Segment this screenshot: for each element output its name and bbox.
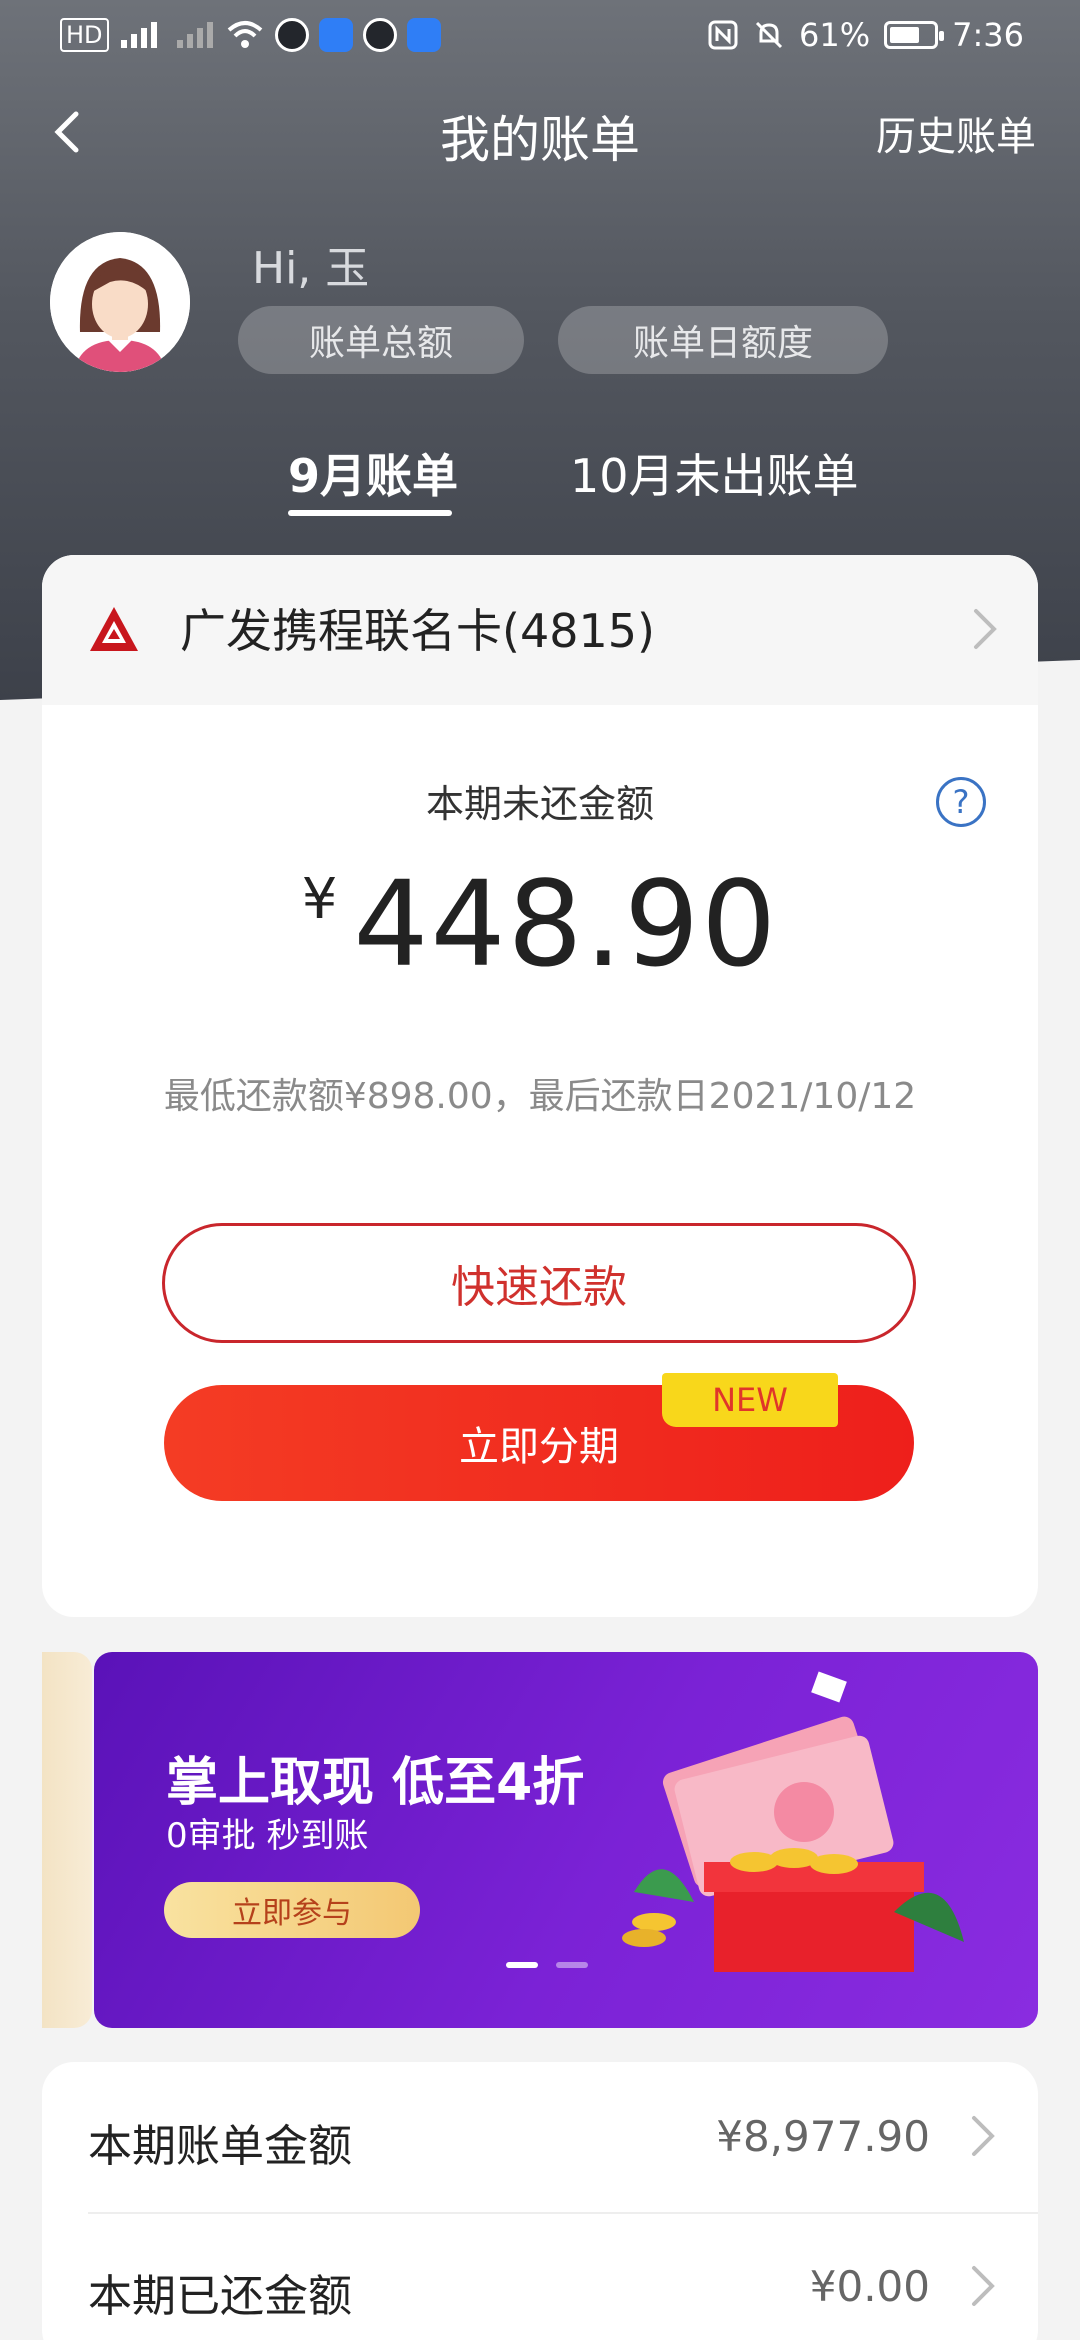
promo-banner[interactable]: 掌上取现 低至4折 0审批 秒到账 立即参与	[94, 1652, 1038, 2028]
battery-percent: 61%	[799, 16, 871, 54]
list-item-label: 本期已还金额	[88, 2271, 352, 2322]
wifi-icon	[225, 18, 265, 52]
bank-logo-icon	[90, 607, 138, 651]
bulb-notification-2-icon	[406, 18, 441, 52]
tab-october-unbilled[interactable]: 10月未出账单	[570, 440, 859, 506]
list-item[interactable]: 本期已还金额 ¥0.00	[42, 2212, 1038, 2340]
nfc-icon	[707, 18, 739, 52]
banner-subtitle: 0审批 秒到账	[166, 1816, 369, 1856]
tab-september-bill[interactable]: 9月账单	[288, 440, 458, 506]
history-bills-link[interactable]: 历史账单	[876, 104, 1036, 162]
list-item-value: ¥0.00	[809, 2262, 930, 2311]
battery-icon	[884, 21, 945, 49]
mute-bell-icon	[753, 18, 785, 52]
bill-daily-limit-button[interactable]: 账单日额度	[558, 306, 888, 374]
avatar[interactable]	[50, 232, 190, 372]
status-left: HD	[60, 18, 441, 52]
hd-badge: HD	[60, 18, 109, 52]
nav-bar: 我的账单 历史账单	[0, 90, 1080, 180]
minimum-payment-info: 最低还款额¥898.00，最后还款日2021/10/12	[163, 1076, 917, 1117]
list-item-value: ¥8,977.90	[716, 2112, 930, 2161]
chevron-right-icon	[972, 2266, 995, 2306]
active-tab-indicator	[288, 510, 452, 516]
status-right: 61% 7:36	[707, 16, 1024, 54]
greeting: Hi, 玉	[252, 243, 370, 294]
cellular-signal-2-icon	[175, 18, 215, 52]
list-item-label: 本期账单金额	[88, 2121, 352, 2172]
new-badge: NEW	[662, 1373, 838, 1427]
woman-avatar-icon	[50, 232, 190, 372]
banner-previous-peek[interactable]	[42, 1652, 92, 2028]
carousel-indicator	[506, 1962, 588, 1968]
status-bar: HD 61% 7:36	[0, 0, 1080, 76]
unpaid-amount: ¥448.90	[42, 855, 1038, 993]
quick-repay-button[interactable]: 快速还款	[162, 1223, 916, 1343]
banner-title: 掌上取现 低至4折	[166, 1753, 585, 1813]
help-icon[interactable]: ?	[936, 777, 986, 827]
card-selector[interactable]: 广发携程联名卡(4815)	[42, 555, 1038, 705]
list-item[interactable]: 本期账单金额 ¥8,977.90	[42, 2062, 1038, 2214]
chevron-right-icon	[972, 2116, 995, 2156]
bill-summary-list: 本期账单金额 ¥8,977.90 本期已还金额 ¥0.00	[42, 2062, 1038, 2340]
clock: 7:36	[952, 16, 1024, 54]
chevron-right-icon	[974, 609, 997, 649]
app-notification-icon	[274, 18, 309, 52]
join-now-button[interactable]: 立即参与	[164, 1882, 420, 1938]
ball-notification-icon	[362, 18, 397, 52]
card-name: 广发携程联名卡(4815)	[180, 604, 655, 658]
bill-total-button[interactable]: 账单总额	[238, 306, 524, 374]
carousel-dot[interactable]	[506, 1962, 538, 1968]
unpaid-amount-label: 本期未还金额	[425, 782, 654, 826]
carousel-dot[interactable]	[556, 1962, 588, 1968]
currency-symbol: ¥	[301, 867, 338, 932]
cellular-signal-icon	[119, 18, 165, 52]
bill-card: 广发携程联名卡(4815) 本期未还金额 ? ¥448.90 最低还款额¥898…	[42, 555, 1038, 1617]
amount-value: 448.90	[353, 855, 779, 993]
bulb-notification-icon	[318, 18, 353, 52]
